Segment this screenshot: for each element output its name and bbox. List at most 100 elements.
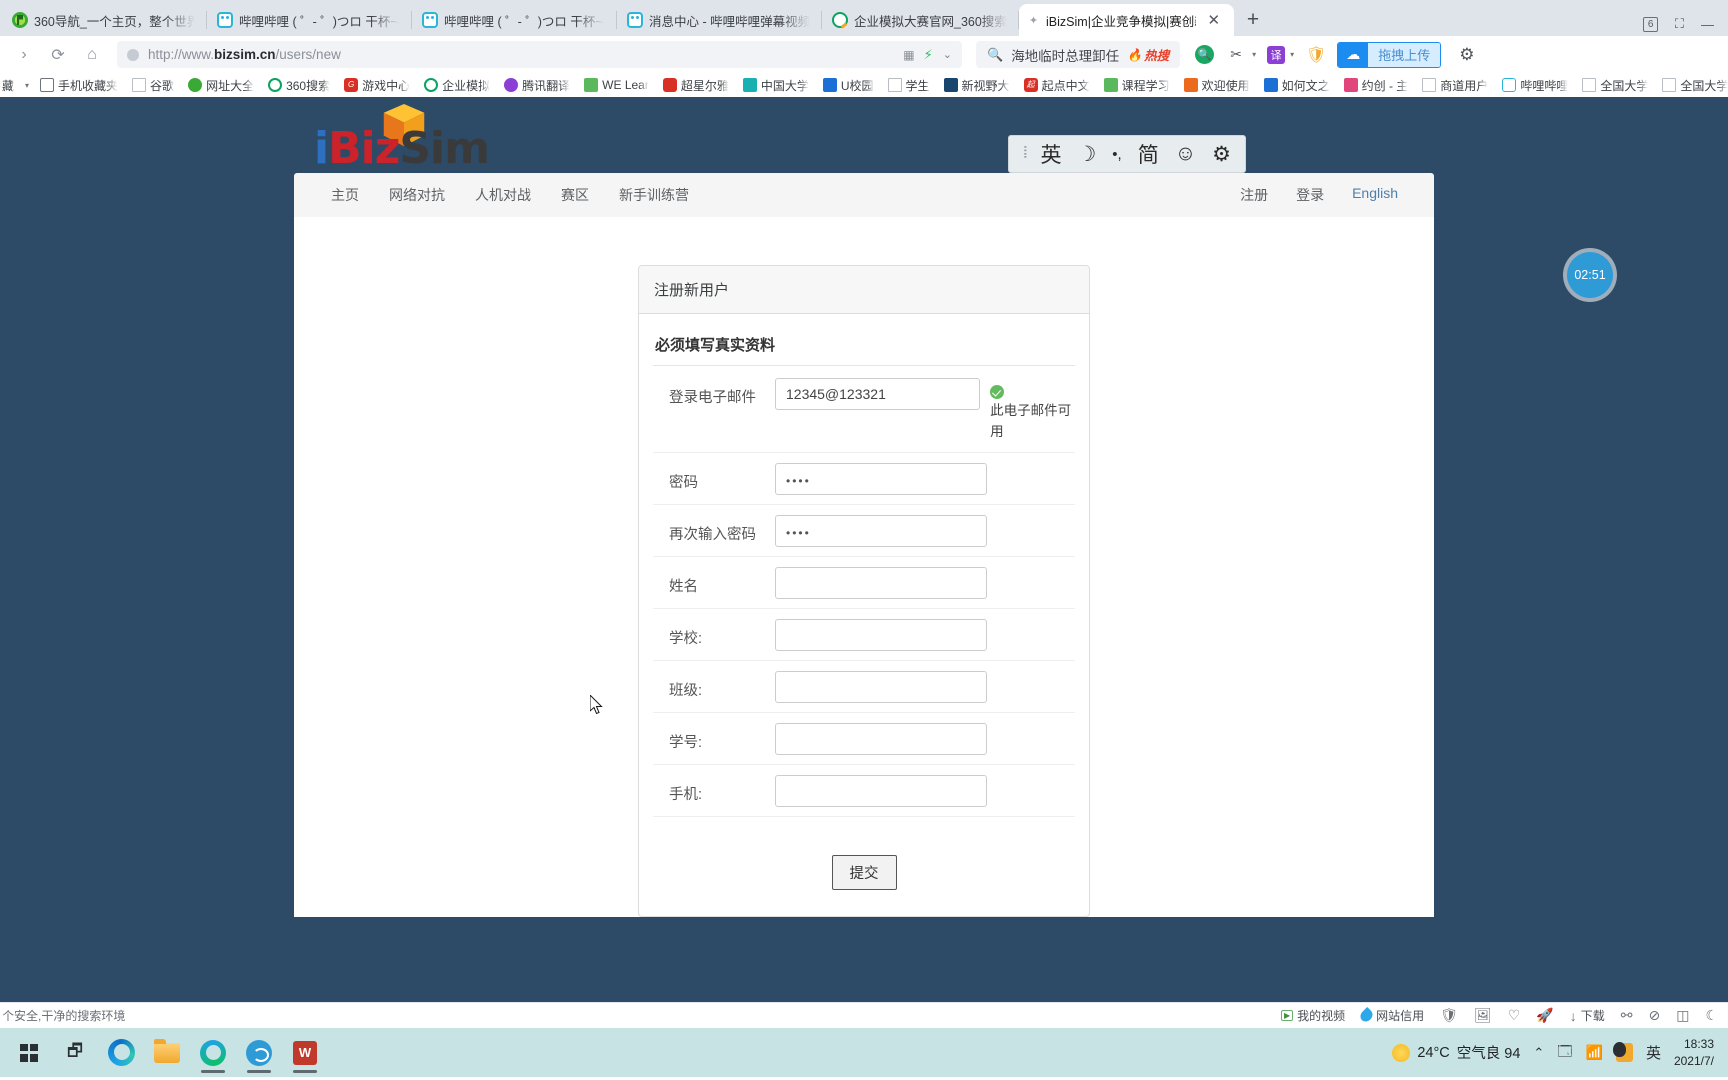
bookmark-item[interactable]: 超星尔雅 xyxy=(656,77,736,94)
lang-toggle-en[interactable]: 英 xyxy=(1040,139,1061,169)
download-button[interactable]: ↓ 下载 xyxy=(1570,1007,1605,1024)
clock[interactable]: 18:33 2021/7/ xyxy=(1674,1036,1714,1068)
translate-icon[interactable]: 译 xyxy=(1267,45,1286,64)
window-count-badge[interactable]: 6 xyxy=(1643,16,1658,32)
nav-item-register[interactable]: 注册 xyxy=(1226,185,1282,205)
bookmark-item[interactable]: 约创 - 主 xyxy=(1337,77,1416,94)
name-field[interactable] xyxy=(775,566,987,599)
browser-tab[interactable]: 哔哩哔哩 ( ゜- ゜)つロ 干杯~-bil xyxy=(412,4,617,36)
moon-icon[interactable]: ☾ xyxy=(1705,1007,1718,1024)
share-icon[interactable]: ⚯ xyxy=(1621,1007,1633,1024)
password-field[interactable] xyxy=(775,462,987,495)
360-browser-button[interactable] xyxy=(236,1030,282,1075)
browser-tab[interactable]: 消息中心 - 哔哩哔哩弹幕视频网 xyxy=(617,4,822,36)
task-view-button[interactable]: 🗗 xyxy=(52,1030,98,1075)
file-explorer-button[interactable] xyxy=(144,1030,190,1075)
nav-item-training-camp[interactable]: 新手训练营 xyxy=(604,185,704,205)
apps-grid-icon[interactable]: ▦ xyxy=(903,48,914,62)
hot-search-badge[interactable]: 🔥 热搜 xyxy=(1127,45,1169,64)
onedrive-icon[interactable]: 🗔 xyxy=(1557,1041,1572,1065)
nav-item-home[interactable]: 主页 xyxy=(316,185,374,205)
reload-icon[interactable]: ⟳ xyxy=(43,40,73,70)
browser-tab[interactable]: 企业模拟大赛官网_360搜索 xyxy=(822,4,1019,36)
bookmark-item[interactable]: 如何文之 xyxy=(1257,77,1337,94)
chevron-down-icon[interactable]: ▾ xyxy=(1290,50,1294,59)
rocket-icon[interactable]: 🚀 xyxy=(1536,1007,1553,1024)
chevron-down-icon[interactable]: ▾ xyxy=(1252,50,1256,59)
session-timer-badge[interactable]: 02:51 xyxy=(1567,252,1613,298)
bookmark-overflow[interactable]: 藏 xyxy=(0,77,21,94)
browser-tab-active[interactable]: ✦ iBizSim|企业竞争模拟|赛创新港 ✕ xyxy=(1018,4,1234,36)
bookmark-item[interactable]: 课程学习 xyxy=(1097,77,1177,94)
bookmark-item[interactable]: 哔哩哔哩 xyxy=(1495,77,1575,94)
submit-button[interactable]: 提交 xyxy=(831,854,897,890)
class-field[interactable] xyxy=(775,670,987,703)
nav-item-login[interactable]: 登录 xyxy=(1282,185,1338,205)
bookmark-item[interactable]: 全国大学 xyxy=(1655,77,1728,94)
ime-indicator[interactable]: 英 xyxy=(1646,1042,1661,1063)
bookmark-item[interactable]: 手机收藏夹 xyxy=(33,77,125,94)
chevron-down-icon[interactable]: ⌄ xyxy=(943,48,952,61)
search-box[interactable]: 🔍 海地临时总理卸任 🔥 热搜 xyxy=(976,41,1181,68)
minimize-icon[interactable]: — xyxy=(1701,17,1714,32)
close-icon[interactable]: ✕ xyxy=(1206,13,1222,28)
school-field[interactable] xyxy=(775,618,987,651)
screenshot-scissors-icon[interactable]: ✂ xyxy=(1225,44,1247,66)
wps-button[interactable]: W xyxy=(282,1030,328,1075)
home-icon[interactable]: ⌂ xyxy=(77,40,107,70)
forward-icon[interactable]: › xyxy=(9,40,39,70)
bookmark-item[interactable]: 起起点中文 xyxy=(1017,77,1097,94)
start-button[interactable] xyxy=(6,1030,52,1075)
drag-grip-icon[interactable]: ⦙⦙ xyxy=(1023,145,1028,163)
gear-icon[interactable]: ⚙ xyxy=(1459,45,1474,65)
gear-icon[interactable]: ⚙ xyxy=(1212,142,1231,167)
email-field[interactable] xyxy=(775,378,981,410)
nav-item-ai-battle[interactable]: 人机对战 xyxy=(460,185,546,205)
site-logo[interactable]: iBizSim xyxy=(294,97,1434,173)
bookmark-item[interactable]: 谷歌 xyxy=(125,77,181,94)
nav-item-english[interactable]: English xyxy=(1338,185,1412,205)
browser-tab[interactable]: 哔哩哔哩 ( ゜- ゜)つロ 干杯~-bil xyxy=(207,4,412,36)
new-tab-button[interactable]: + xyxy=(1234,4,1272,36)
lightning-icon[interactable]: ⚡ xyxy=(924,47,933,63)
bookmark-item[interactable]: 全国大学 xyxy=(1575,77,1655,94)
weather-widget[interactable]: 24°C 空气良 94 xyxy=(1392,1042,1520,1063)
restore-window-icon[interactable]: ⛶ xyxy=(1675,16,1684,32)
bookmark-item[interactable]: 商道用户 xyxy=(1415,77,1495,94)
qq-icon[interactable] xyxy=(1612,1042,1633,1062)
student-id-field[interactable] xyxy=(775,722,987,755)
bookmark-item[interactable]: WE Lear xyxy=(577,78,656,92)
night-mode-icon[interactable]: ☽ xyxy=(1077,142,1096,167)
bookmark-item[interactable]: U校园 xyxy=(816,77,881,94)
bookmark-item[interactable]: 学生 xyxy=(881,77,937,94)
image-icon[interactable]: 🖼 xyxy=(1474,1007,1492,1024)
password-confirm-field[interactable] xyxy=(775,514,987,547)
bookmark-item[interactable]: 欢迎使用 xyxy=(1177,77,1257,94)
my-video-button[interactable]: ▶ 我的视频 xyxy=(1280,1007,1345,1024)
punctuation-icon[interactable]: •, xyxy=(1112,146,1121,163)
heart-icon[interactable]: ♡ xyxy=(1508,1007,1521,1024)
chevron-down-icon[interactable]: ▾ xyxy=(21,81,33,90)
bookmark-item[interactable]: 新视野大 xyxy=(937,77,1017,94)
nav-item-network-battle[interactable]: 网络对抗 xyxy=(374,185,460,205)
edge-taskbar-button[interactable] xyxy=(98,1030,144,1075)
bookmark-item[interactable]: 360搜索 xyxy=(261,77,337,94)
site-credit-button[interactable]: 网站信用 xyxy=(1358,1007,1424,1024)
browser-tab[interactable]: 360导航_一个主页，整个世界 xyxy=(2,4,207,36)
address-bar[interactable]: http://www.bizsim.cn/users/new ▦ ⚡ ⌄ xyxy=(117,41,962,68)
bookmark-item[interactable]: G 游戏中心 xyxy=(337,77,417,94)
shield-icon[interactable]: 🛡 xyxy=(1305,44,1327,66)
search-assistant-icon[interactable]: 🔍 xyxy=(1195,45,1215,64)
language-toolbar[interactable]: ⦙⦙ 英 ☽ •, 简 ☺ ⚙ xyxy=(1008,135,1246,173)
phone-field[interactable] xyxy=(775,774,987,807)
shield-icon[interactable]: 🛡 xyxy=(1440,1007,1458,1024)
nav-item-zone[interactable]: 赛区 xyxy=(546,185,604,205)
chevron-up-icon[interactable]: ⌃ xyxy=(1533,1045,1544,1061)
adblock-icon[interactable]: ⊘ xyxy=(1648,1007,1660,1024)
edge-beta-button[interactable] xyxy=(190,1030,236,1075)
wifi-icon[interactable]: 📶 xyxy=(1586,1044,1603,1061)
window-icon[interactable]: ◫ xyxy=(1676,1007,1689,1024)
bookmark-item[interactable]: 中国大学 xyxy=(736,77,816,94)
simplified-chinese-toggle[interactable]: 简 xyxy=(1138,139,1159,169)
bookmark-item[interactable]: 网址大全 xyxy=(181,77,261,94)
